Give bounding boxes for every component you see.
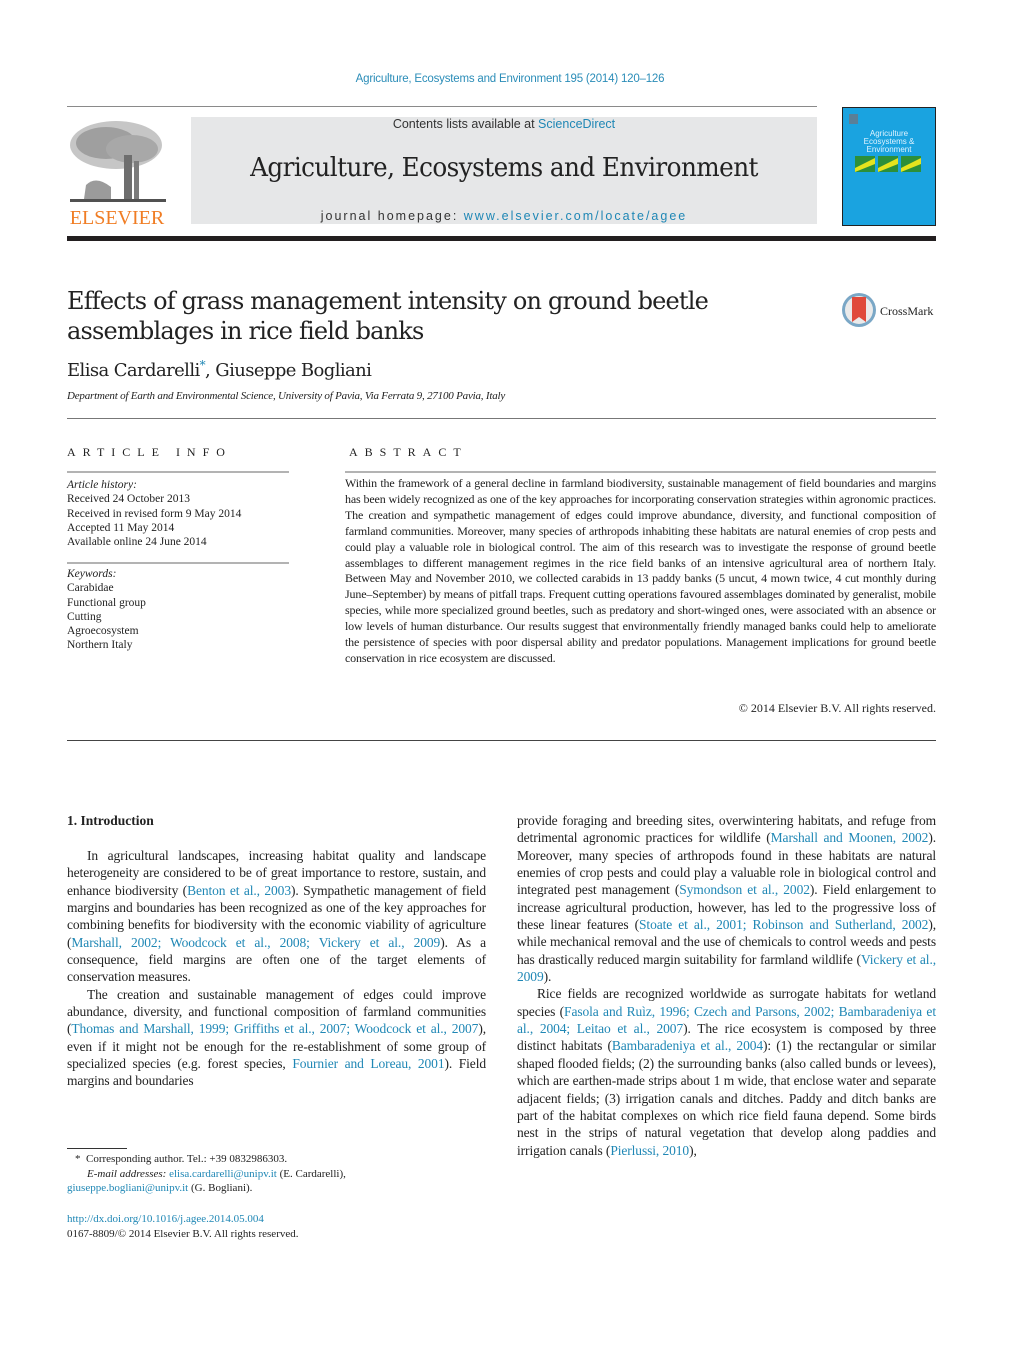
citation-link[interactable]: Fasola and Ruìz, 1996; Czech and Parsons… [517, 1004, 936, 1036]
keywords-label: Keywords: [67, 568, 117, 580]
history-item: Available online 24 June 2014 [67, 536, 207, 549]
section-heading-introduction: 1. Introduction [67, 813, 154, 828]
title-rule [67, 418, 936, 419]
article-title: Effects of grass management intensity on… [67, 287, 709, 345]
journal-cover-thumbnail[interactable]: Agriculture Ecosystems & Environment [842, 107, 936, 226]
citation-link[interactable]: Bambaradeniya et al., 2004 [612, 1038, 763, 1053]
journal-title: Agriculture, Ecosystems and Environment [250, 153, 758, 183]
body-paragraph: Rice fields are recognized worldwide as … [517, 986, 937, 1158]
citation-link[interactable]: Stoate et al., 2001; Robinson and Suther… [639, 917, 928, 932]
doi-block: http://dx.doi.org/10.1016/j.agee.2014.05… [67, 1212, 299, 1241]
email-addresses: E-mail addresses: elisa.cardarelli@unipv… [87, 1167, 346, 1180]
author-name: Elisa Cardarelli [67, 360, 200, 381]
article-history-label: Article history: [67, 479, 137, 491]
svg-text:ELSEVIER: ELSEVIER [70, 207, 165, 227]
keyword-item: Functional group [67, 596, 146, 609]
history-item: Accepted 11 May 2014 [67, 521, 175, 534]
elsevier-logo[interactable]: ELSEVIER [66, 115, 168, 229]
journal-cover-icon: Agriculture Ecosystems & Environment [849, 114, 921, 172]
journal-banner: Contents lists available at ScienceDirec… [191, 117, 817, 224]
journal-homepage: journal homepage: www.elsevier.com/locat… [320, 209, 688, 223]
citation-link[interactable]: Marshall and Moonen, 2002 [771, 830, 929, 845]
sciencedirect-link[interactable]: ScienceDirect [538, 117, 615, 131]
header-rule [67, 106, 817, 107]
svg-text:CrossMark: CrossMark [880, 304, 933, 318]
history-item: Received in revised form 9 May 2014 [67, 507, 242, 520]
author-list: Elisa Cardarelli*, Giuseppe Bogliani [67, 358, 372, 381]
crossmark-button[interactable]: CrossMark [840, 291, 940, 331]
footnotes: * Corresponding author. Tel.: +39 083298… [67, 1152, 487, 1196]
elsevier-tree-icon: ELSEVIER [70, 121, 166, 229]
abstract-rule [345, 471, 936, 473]
keyword-item: Cutting [67, 610, 102, 623]
citation-link[interactable]: Thomas and Marshall, 1999; Griffiths et … [71, 1021, 478, 1036]
history-item: Received 24 October 2013 [67, 493, 190, 506]
body-paragraph: The creation and sustainable management … [67, 986, 486, 1089]
corresponding-author-note: * Corresponding author. Tel.: +39 083298… [75, 1153, 288, 1165]
footnote-rule [67, 1148, 127, 1149]
journal-citation-link[interactable]: Agriculture, Ecosystems and Environment … [0, 73, 1020, 85]
citation-link[interactable]: Benton et al., 2003 [187, 883, 291, 898]
abstract-bottom-rule [67, 740, 936, 741]
body-paragraph: provide foraging and breeding sites, ove… [517, 813, 937, 985]
journal-homepage-link[interactable]: www.elsevier.com/locate/agee [464, 209, 687, 223]
crossmark-icon: CrossMark [842, 293, 933, 327]
email-link-bogliani[interactable]: giuseppe.bogliani@unipv.it [67, 1182, 188, 1194]
contents-availability: Contents lists available at ScienceDirec… [392, 117, 616, 131]
doi-link[interactable]: http://dx.doi.org/10.1016/j.agee.2014.05… [67, 1213, 264, 1225]
citation-link[interactable]: Symondson et al., 2002 [679, 882, 810, 897]
header-thick-rule [67, 236, 936, 241]
email-addresses-cont: giuseppe.bogliani@unipv.it (G. Bogliani)… [67, 1182, 253, 1194]
svg-text:Environment: Environment [867, 145, 913, 154]
keyword-item: Agroecosystem [67, 625, 139, 638]
article-history: Article history: Received 24 October 201… [67, 478, 297, 549]
citation-link[interactable]: Marshall, 2002; Woodcock et al., 2008; V… [71, 935, 440, 950]
article-info-heading: ARTICLE INFO [67, 445, 232, 459]
body-column-right: provide foraging and breeding sites, ove… [517, 812, 936, 1159]
email-link-cardarelli[interactable]: elisa.cardarelli@unipv.it [169, 1168, 277, 1180]
abstract-copyright: © 2014 Elsevier B.V. All rights reserved… [738, 701, 936, 715]
citation-link[interactable]: Fournier and Loreau, 2001 [292, 1056, 444, 1071]
issn-copyright: 0167-8809/© 2014 Elsevier B.V. All right… [67, 1227, 299, 1240]
abstract-text: Within the framework of a general declin… [345, 476, 936, 665]
keywords-rule [67, 562, 289, 564]
citation-link[interactable]: Vickery et al., 2009 [517, 952, 936, 984]
body-paragraph: In agricultural landscapes, increasing h… [67, 848, 487, 985]
author-affiliation: Department of Earth and Environmental Sc… [67, 390, 506, 402]
keywords: Keywords: Carabidae Functional group Cut… [67, 567, 297, 653]
author-name: Giuseppe Bogliani [215, 360, 372, 381]
article-info-rule [67, 471, 289, 473]
abstract-heading: ABSTRACT [349, 445, 468, 459]
citation-link[interactable]: Pierlussi, 2010 [610, 1143, 689, 1158]
keyword-item: Carabidae [67, 582, 114, 595]
body-column-left: In agricultural landscapes, increasing h… [67, 847, 486, 1090]
keyword-item: Northern Italy [67, 639, 133, 652]
